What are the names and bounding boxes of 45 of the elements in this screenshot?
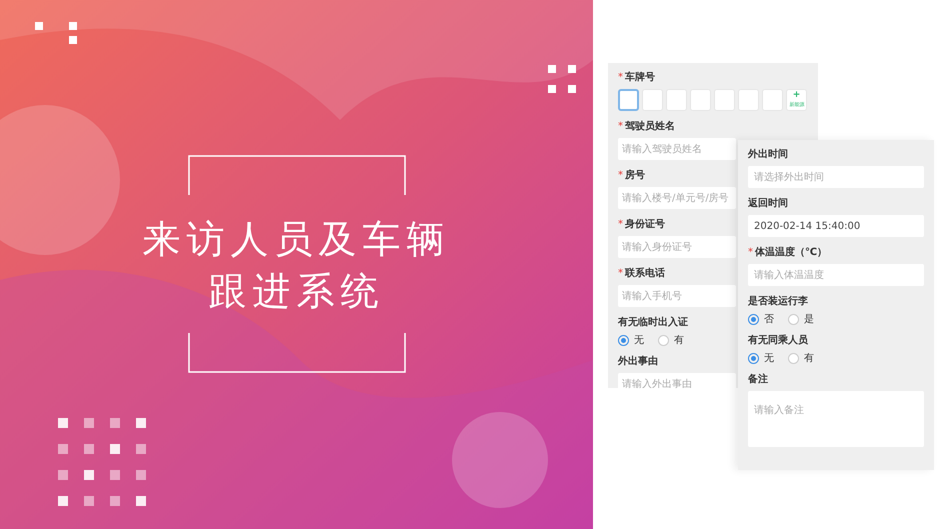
input-field[interactable]: 请输入体温温度 [748, 264, 924, 286]
input-field[interactable]: 请输入楼号/单元号/房号 [618, 187, 736, 209]
radio-label: 是 [804, 314, 814, 324]
input-field[interactable]: 请输入驾驶员姓名 [618, 138, 736, 160]
square-dots-drawing [35, 22, 80, 42]
radio-label: 无 [634, 336, 644, 346]
input-field[interactable]: 2020-02-14 15:40:00 [748, 215, 924, 237]
radio-button[interactable] [658, 335, 669, 346]
field-label: 驾驶员姓名 [625, 122, 675, 132]
field-label: 返回时间 [748, 199, 788, 209]
radio-button[interactable] [788, 314, 799, 325]
input-field[interactable]: 请选择外出时间 [748, 166, 924, 188]
field-label: 有无临时出入证 [618, 318, 688, 328]
field-label: 房号 [625, 171, 645, 181]
radio-button[interactable] [788, 353, 799, 364]
field-label: 外出事由 [618, 357, 658, 367]
plate-character-box[interactable] [618, 89, 639, 111]
field-label: 外出时间 [748, 150, 788, 160]
radio-label: 有 [674, 336, 684, 346]
field-label: 备注 [748, 375, 768, 385]
field-label: 体温温度（℃） [755, 248, 828, 258]
radio-label: 有 [804, 354, 814, 364]
field-label: 是否装运行李 [748, 297, 808, 307]
radio-label: 否 [764, 314, 774, 324]
required-mark: * [618, 73, 623, 83]
input-field[interactable]: 请输入手机号 [618, 285, 736, 307]
required-mark: * [618, 171, 623, 181]
radio-label: 无 [764, 354, 774, 364]
required-mark: * [618, 269, 623, 279]
required-mark: * [618, 122, 623, 132]
field-label: 车牌号 [625, 73, 655, 83]
input-field[interactable]: 请输入身份证号 [618, 236, 736, 258]
square-dots-drawing [548, 65, 576, 93]
field-label: 联系电话 [625, 269, 665, 279]
remarks-textarea[interactable]: 请输入备注 [748, 391, 924, 447]
radio-button[interactable] [748, 314, 759, 325]
banner-title: 来访人员及车辆 [142, 216, 450, 260]
banner-title: 跟进系统 [208, 268, 384, 312]
radio-button[interactable] [748, 353, 759, 364]
required-mark: * [748, 248, 753, 258]
field-label: 身份证号 [625, 220, 665, 230]
input-field[interactable]: 请输入外出事由 [618, 373, 736, 388]
required-mark: * [618, 220, 623, 230]
radio-button[interactable] [618, 335, 629, 346]
field-label: 有无同乘人员 [748, 336, 808, 346]
